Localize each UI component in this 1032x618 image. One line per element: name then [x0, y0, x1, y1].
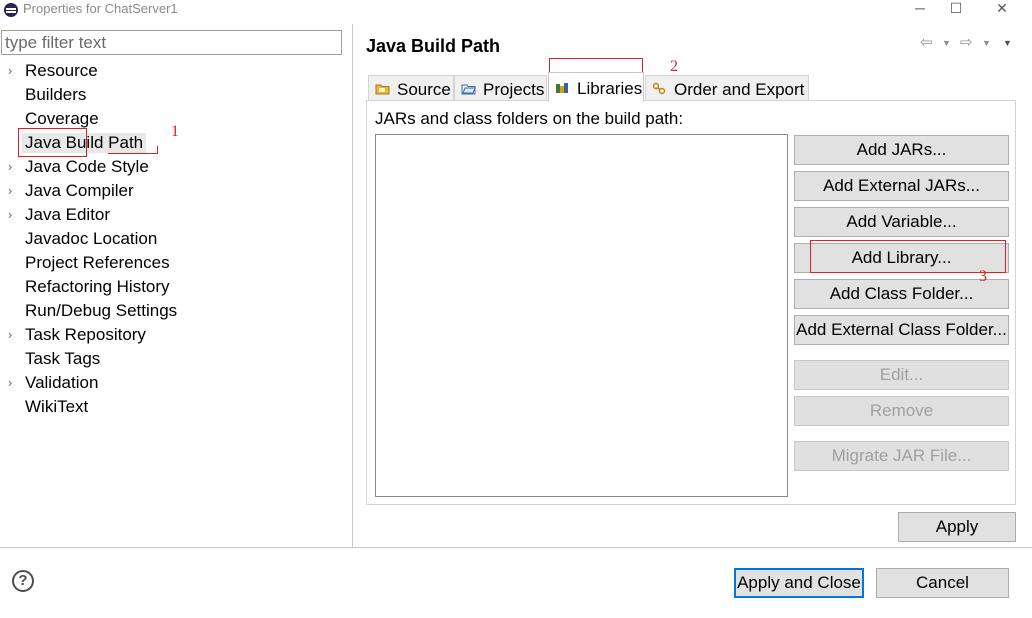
add-external-class-folder-button[interactable]: Add External Class Folder...: [794, 315, 1009, 345]
tree-item-label: Project References: [25, 253, 170, 272]
annotation-number-2: 2: [670, 58, 678, 75]
tree-item-label: Javadoc Location: [25, 229, 158, 248]
tree-item-validation[interactable]: › Validation: [0, 372, 352, 396]
tree-item-label: Resource: [25, 61, 98, 80]
libraries-description: JARs and class folders on the build path…: [375, 109, 684, 128]
add-class-folder-button[interactable]: Add Class Folder...: [794, 279, 1009, 309]
tree-item-label: Java Compiler: [25, 181, 134, 200]
window-title: Properties for ChatServer1: [23, 1, 178, 16]
tab-label: Projects: [483, 80, 545, 99]
tree-item-label: Run/Debug Settings: [25, 301, 178, 320]
tree-item-javadoc-location[interactable]: Javadoc Location: [0, 228, 352, 252]
tab-label: Source: [397, 80, 451, 99]
chevron-right-icon[interactable]: ›: [8, 183, 12, 198]
chevron-right-icon[interactable]: ›: [8, 327, 12, 342]
migrate-jar-button[interactable]: Migrate JAR File...: [794, 441, 1009, 471]
tab-libraries[interactable]: Libraries: [548, 72, 644, 102]
tree-item-label: Java Code Style: [25, 157, 149, 176]
close-button[interactable]: ✕: [982, 0, 1022, 18]
annotation-box-3: [810, 240, 1006, 273]
view-menu-icon[interactable]: ▼: [1003, 38, 1012, 48]
annotation-number-1: 1: [171, 123, 179, 140]
tree-item-task-tags[interactable]: Task Tags: [0, 348, 352, 372]
tree-item-task-repository[interactable]: › Task Repository: [0, 324, 352, 348]
back-dropdown-icon[interactable]: ▼: [942, 38, 951, 48]
tree-item-label: Task Repository: [25, 325, 146, 344]
chevron-right-icon[interactable]: ›: [8, 63, 12, 78]
pane-splitter[interactable]: [352, 24, 353, 548]
tab-order-and-export[interactable]: Order and Export: [645, 75, 809, 101]
tree-item-label: Validation: [25, 373, 99, 392]
footer-separator: [0, 547, 1032, 548]
tree-item-java-compiler[interactable]: › Java Compiler: [0, 180, 352, 204]
tab-label: Libraries: [577, 79, 643, 98]
source-folder-icon: [375, 84, 390, 95]
chevron-right-icon[interactable]: ›: [8, 207, 12, 222]
tree-item-java-editor[interactable]: › Java Editor: [0, 204, 352, 228]
tree-item-label: Refactoring History: [25, 277, 170, 296]
tree-item-wikitext[interactable]: WikiText: [0, 396, 352, 420]
tree-item-run-debug-settings[interactable]: Run/Debug Settings: [0, 300, 352, 324]
forward-dropdown-icon[interactable]: ▼: [982, 38, 991, 48]
libraries-list[interactable]: [375, 134, 788, 497]
chevron-right-icon[interactable]: ›: [8, 159, 12, 174]
libraries-icon: [556, 83, 568, 93]
tree-item-label: Coverage: [25, 109, 99, 128]
annotation-box-1: [18, 128, 87, 157]
forward-arrow-icon[interactable]: ⇨: [960, 33, 973, 51]
cancel-button[interactable]: Cancel: [876, 568, 1009, 598]
add-variable-button[interactable]: Add Variable...: [794, 207, 1009, 237]
annotation-underline-1-tick: [157, 146, 158, 154]
tree-item-label: Task Tags: [25, 349, 101, 368]
tree-item-java-code-style[interactable]: › Java Code Style: [0, 156, 352, 180]
eclipse-icon: [4, 3, 18, 17]
annotation-number-3: 3: [979, 268, 987, 285]
tree-item-label: Java Editor: [25, 205, 111, 224]
add-jars-button[interactable]: Add JARs...: [794, 135, 1009, 165]
projects-folder-icon: [461, 84, 476, 95]
tab-projects[interactable]: Projects: [454, 75, 547, 101]
minimize-button[interactable]: ─: [900, 0, 940, 18]
tree-item-builders[interactable]: Builders: [0, 84, 352, 108]
tab-source[interactable]: Source: [368, 75, 454, 101]
tree-item-refactoring-history[interactable]: Refactoring History: [0, 276, 352, 300]
remove-button[interactable]: Remove: [794, 396, 1009, 426]
help-icon[interactable]: ?: [12, 570, 34, 592]
title-bar: Properties for ChatServer1 ─ ☐ ✕: [0, 0, 1032, 22]
filter-input[interactable]: [1, 30, 342, 55]
annotation-underline-1: [108, 153, 158, 154]
back-arrow-icon[interactable]: ⇦: [920, 33, 933, 51]
tree-item-resource[interactable]: › Resource: [0, 60, 352, 84]
edit-button[interactable]: Edit...: [794, 360, 1009, 390]
add-external-jars-button[interactable]: Add External JARs...: [794, 171, 1009, 201]
apply-button[interactable]: Apply: [898, 512, 1016, 542]
tree-item-project-references[interactable]: Project References: [0, 252, 352, 276]
order-export-icon: [652, 82, 666, 95]
tree-item-label: WikiText: [25, 397, 89, 416]
maximize-button[interactable]: ☐: [936, 0, 976, 18]
apply-and-close-button[interactable]: Apply and Close: [734, 568, 864, 598]
chevron-right-icon[interactable]: ›: [8, 375, 12, 390]
page-title: Java Build Path: [366, 36, 501, 56]
tab-label: Order and Export: [674, 80, 805, 99]
tree-item-label: Builders: [25, 85, 87, 104]
